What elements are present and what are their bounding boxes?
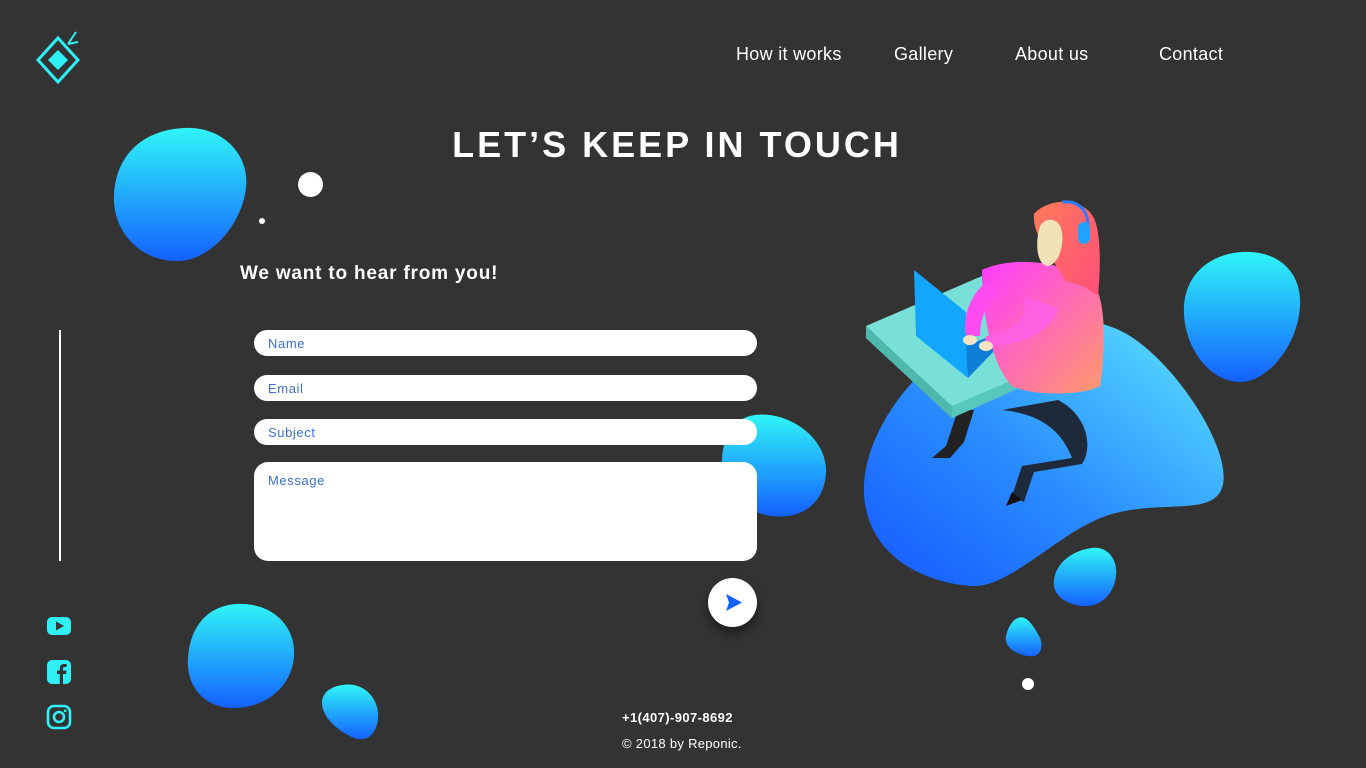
- send-arrow-icon: [726, 594, 742, 611]
- decorative-blob: [322, 684, 379, 740]
- footer-phone: +1(407)-907-8692: [622, 710, 733, 725]
- decorative-blob: [187, 603, 295, 708]
- footer-copyright: © 2018 by Reponic.: [622, 736, 742, 751]
- youtube-link[interactable]: [46, 613, 72, 639]
- nav-gallery[interactable]: Gallery: [894, 44, 953, 65]
- nav-how-it-works[interactable]: How it works: [736, 44, 842, 65]
- email-field[interactable]: [254, 375, 757, 401]
- person-at-laptop-illustration: [863, 200, 1224, 587]
- decorative-blob: [1005, 617, 1042, 657]
- nav-about-us[interactable]: About us: [1015, 44, 1088, 65]
- decorative-dot: [298, 172, 323, 197]
- page-title: LET’S KEEP IN TOUCH: [452, 124, 902, 165]
- youtube-icon: [47, 617, 71, 635]
- facebook-link[interactable]: [46, 659, 72, 685]
- facebook-icon: [47, 660, 71, 684]
- message-field[interactable]: [254, 462, 757, 561]
- subject-field[interactable]: [254, 419, 757, 445]
- nav-contact[interactable]: Contact: [1159, 44, 1223, 65]
- vertical-divider: [59, 330, 61, 561]
- brand-logo[interactable]: [34, 30, 82, 84]
- decorative-dot: [1022, 678, 1034, 690]
- section-subtitle: We want to hear from you!: [240, 263, 499, 284]
- name-field[interactable]: [254, 330, 757, 356]
- instagram-icon: [46, 704, 72, 730]
- decorative-dot: [259, 218, 265, 224]
- instagram-link[interactable]: [46, 704, 72, 730]
- send-button[interactable]: [708, 578, 757, 627]
